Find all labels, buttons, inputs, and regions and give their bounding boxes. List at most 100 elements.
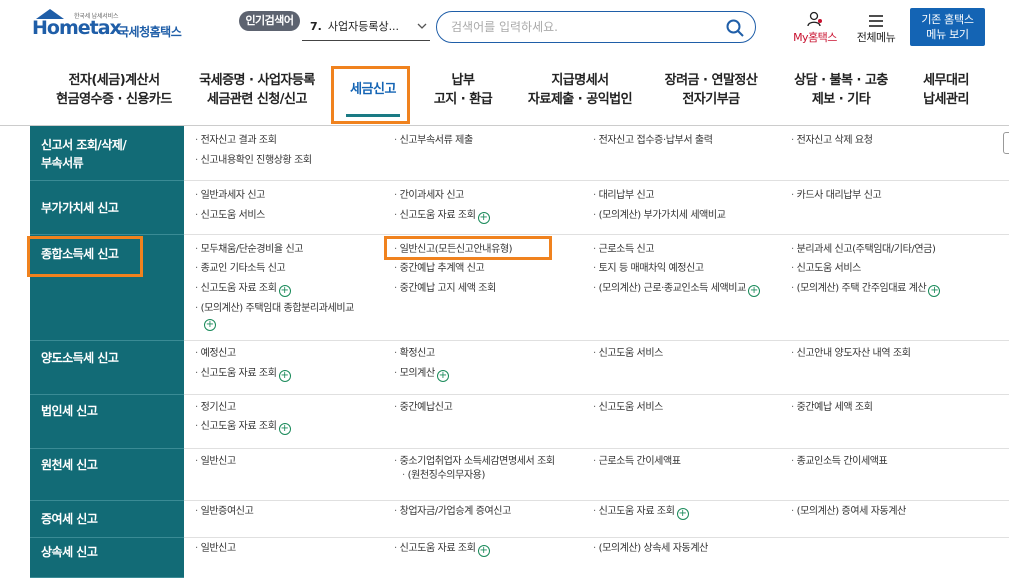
row-header: 부가가치세 신고 xyxy=(30,181,184,235)
menu-link[interactable]: 신고도움 서비스 xyxy=(791,262,862,276)
nav-label: 자료제출 · 공익법인 xyxy=(527,92,633,107)
plus-circle-icon[interactable]: + xyxy=(747,285,760,297)
menu-link[interactable]: 신고도움 서비스 xyxy=(593,347,664,361)
menu-link[interactable]: 간이과세자 신고 xyxy=(394,189,465,203)
menu-link-label: 신고도움 자료 조회 xyxy=(598,506,675,517)
all-menu-label: 전체메뉴 xyxy=(856,31,896,44)
table-row: 법인세 신고 정기신고 중간예납신고 신고도움 서비스 중간예납 세액 조회 신… xyxy=(30,395,1009,449)
search-input[interactable] xyxy=(451,17,721,37)
menu-link-with-plus[interactable]: 신고도움 자료 조회+ xyxy=(195,282,291,297)
menu-link[interactable]: 신고안내 양도자산 내역 조회 xyxy=(791,347,911,361)
nav-certificate[interactable]: 국세증명 · 사업자등록 세금관련 신청/신고 xyxy=(192,71,322,111)
nav-label: 장려금 · 연말정산 xyxy=(664,73,758,88)
menu-link[interactable]: 토지 등 매매차익 예정신고 xyxy=(593,262,705,276)
menu-link[interactable]: 전자신고 접수증·납부서 출력 xyxy=(593,134,713,148)
highlight-box-general-return xyxy=(384,236,552,260)
old-menu-line1: 기존 홈택스 xyxy=(921,13,974,26)
old-menu-line2: 메뉴 보기 xyxy=(926,28,969,41)
menu-link-label: 신고도움 자료 조회 xyxy=(200,368,277,379)
menu-link[interactable]: 근로소득 신고 xyxy=(593,243,655,257)
menu-link[interactable]: 중간예납 세액 조회 xyxy=(791,401,873,415)
nav-e-invoice[interactable]: 전자(세금)계산서 현금영수증 · 신용카드 xyxy=(44,71,184,111)
all-menu-button[interactable]: 전체메뉴 xyxy=(851,11,901,47)
menu-link-label: 신고도움 자료 조회 xyxy=(200,283,277,294)
menu-link-with-plus[interactable]: 신고도움 자료 조회+ xyxy=(394,542,490,557)
menu-link-with-plus[interactable]: (모의계산) 근로·종교인소득 세액비교+ xyxy=(593,282,760,297)
menu-link[interactable]: 중간예납 추계액 신고 xyxy=(394,262,485,276)
plus-circle-icon[interactable]: + xyxy=(436,370,449,382)
menu-link[interactable]: 일반증여신고 xyxy=(195,505,254,519)
plus-circle-icon[interactable]: + xyxy=(278,370,291,382)
side-scroll-tab[interactable] xyxy=(1003,132,1009,154)
menu-link[interactable]: 신고도움 서비스 xyxy=(593,401,664,415)
table-row: 부가가치세 신고 일반과세자 신고 간이과세자 신고 대리납부 신고 카드사 대… xyxy=(30,181,1009,235)
plus-circle-icon[interactable]: + xyxy=(204,319,216,331)
menu-link[interactable]: 신고내용확인 진행상황 조회 xyxy=(195,154,313,168)
nav-label: 상담 · 불복 · 고충 xyxy=(794,73,888,88)
plus-circle-icon[interactable]: + xyxy=(676,508,689,520)
menu-link[interactable]: 종교인소득 간이세액표 xyxy=(791,455,888,469)
menu-link[interactable]: 카드사 대리납부 신고 xyxy=(791,189,882,203)
nav-incentive[interactable]: 장려금 · 연말정산 전자기부금 xyxy=(656,71,766,111)
row-header-line: 부속서류 xyxy=(41,156,84,170)
menu-link[interactable]: 일반신고 xyxy=(195,542,237,556)
menu-link-with-plus[interactable]: 신고도움 자료 조회+ xyxy=(593,505,689,520)
search-icon[interactable] xyxy=(725,18,745,38)
plus-circle-icon[interactable]: + xyxy=(928,285,941,297)
plus-circle-icon[interactable]: + xyxy=(278,285,291,297)
menu-link-with-plus[interactable]: 신고도움 자료 조회+ xyxy=(394,209,490,224)
nav-label: 현금영수증 · 신용카드 xyxy=(56,92,172,107)
menu-link[interactable]: 신고부속서류 제출 xyxy=(394,134,474,148)
table-row: 신고서 조회/삭제/ 부속서류 전자신고 결과 조회 신고부속서류 제출 전자신… xyxy=(30,126,1009,181)
nav-label: 전자(세금)계산서 xyxy=(68,73,160,88)
plus-circle-icon[interactable]: + xyxy=(278,423,291,435)
plus-circle-icon[interactable]: + xyxy=(477,212,490,224)
highlight-box-income-tax xyxy=(27,236,143,277)
menu-link-label: (모의계산) 주택 간주임대료 계산 xyxy=(796,283,927,294)
menu-link[interactable]: 중소기업취업자 소득세감면명세서 조회 xyxy=(394,455,556,469)
old-menu-button[interactable]: 기존 홈택스 메뉴 보기 xyxy=(910,8,985,46)
menu-link[interactable]: 대리납부 신고 xyxy=(593,189,655,203)
menu-link-with-plus[interactable]: (모의계산) 주택 간주임대료 계산+ xyxy=(791,282,941,297)
plus-circle-icon[interactable]: + xyxy=(477,545,490,557)
menu-link[interactable]: 예정신고 xyxy=(195,347,237,361)
nav-consult[interactable]: 상담 · 불복 · 고충 제보 · 기타 xyxy=(784,71,898,111)
menu-link[interactable]: 확정신고 xyxy=(394,347,436,361)
chevron-down-icon[interactable] xyxy=(416,13,428,51)
nav-payment-statement[interactable]: 지급명세서 자료제출 · 공익법인 xyxy=(520,71,640,111)
menu-link[interactable]: (모의계산) 부가가치세 세액비교 xyxy=(593,209,726,223)
row-header: 증여세 신고 xyxy=(30,501,184,538)
menu-link[interactable]: 종교인 기타소득 신고 xyxy=(195,262,286,276)
menu-link[interactable]: 정기신고 xyxy=(195,401,237,415)
menu-link[interactable]: 모두채움/단순경비율 신고 xyxy=(195,243,304,257)
menu-link[interactable]: 분리과세 신고(주택임대/기타/연금) xyxy=(791,243,936,257)
menu-link-subtext: (원천징수의무자용) xyxy=(402,469,486,483)
hometax-logo[interactable]: 한국세 납세서비스 Hometax 국세청홈택스 xyxy=(30,9,200,45)
menu-link[interactable]: 전자신고 결과 조회 xyxy=(195,134,277,148)
nav-payment[interactable]: 납부 고지 · 환급 xyxy=(420,71,506,111)
menu-link-with-plus[interactable]: 신고도움 자료 조회+ xyxy=(195,367,291,382)
nav-label: 지급명세서 xyxy=(551,73,609,88)
menu-link[interactable]: 중간예납신고 xyxy=(394,401,453,415)
row-header: 법인세 신고 xyxy=(30,395,184,449)
main-nav: 전자(세금)계산서 현금영수증 · 신용카드 국세증명 · 사업자등록 세금관련… xyxy=(0,56,1009,126)
menu-link[interactable]: 일반신고 xyxy=(195,455,237,469)
menu-link[interactable]: 전자신고 삭제 요청 xyxy=(791,134,873,148)
menu-link-with-plus[interactable]: 신고도움 자료 조회+ xyxy=(195,420,291,435)
menu-link[interactable]: 창업자금/가업승계 증여신고 xyxy=(394,505,512,519)
nav-tax-agent[interactable]: 세무대리 납세관리 xyxy=(914,71,978,111)
menu-link[interactable]: (모의계산) 증여세 자동계산 xyxy=(791,505,907,519)
popular-search-rank: 7. xyxy=(310,20,322,33)
menu-link[interactable]: (모의계산) 상속세 자동계산 xyxy=(593,542,709,556)
my-hometax-button[interactable]: My홈택스 xyxy=(790,11,840,47)
menu-link[interactable]: 중간예납 고지 세액 조회 xyxy=(394,282,497,296)
menu-link[interactable]: 일반과세자 신고 xyxy=(195,189,266,203)
row-header-line: 신고서 조회/삭제/ xyxy=(41,138,127,152)
menu-link[interactable]: (모의계산) 주택임대 종합분리과세비교 xyxy=(195,302,355,316)
menu-link[interactable]: 신고도움 서비스 xyxy=(195,209,266,223)
menu-link[interactable]: 근로소득 간이세액표 xyxy=(593,455,681,469)
table-row: 원천세 신고 일반신고 중소기업취업자 소득세감면명세서 조회 (원천징수의무자… xyxy=(30,449,1009,501)
popular-search-badge: 인기검색어 xyxy=(239,11,300,31)
popular-search-select[interactable]: 7. 사업자등록상... xyxy=(302,13,430,41)
menu-link-with-plus[interactable]: 모의계산+ xyxy=(394,367,449,382)
